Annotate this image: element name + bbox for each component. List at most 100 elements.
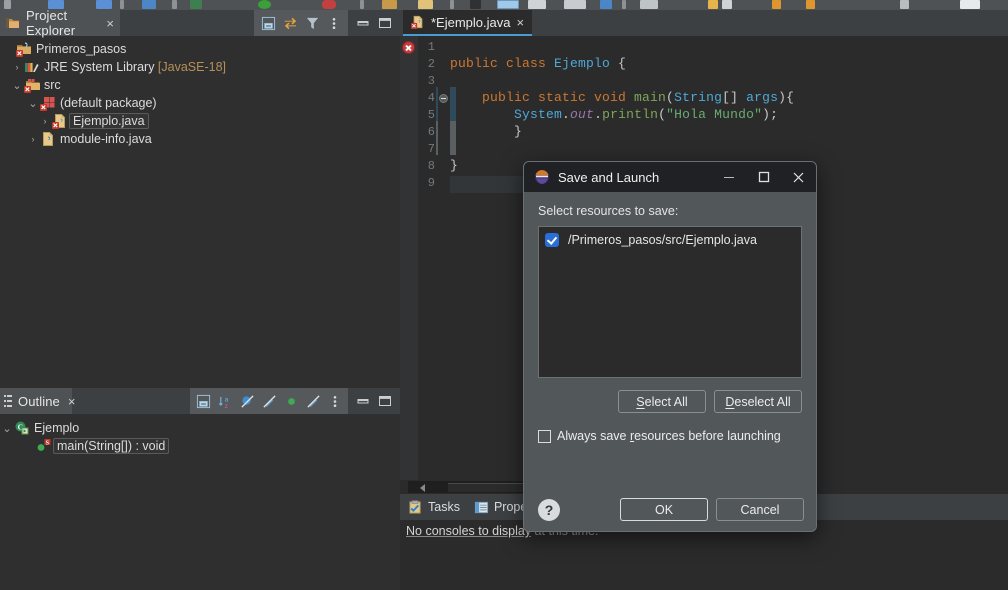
tree-row-project[interactable]: Primeros_pasos — [0, 40, 400, 58]
public-static-method-icon: S — [36, 438, 52, 454]
cancel-button[interactable]: Cancel — [716, 498, 804, 521]
toolbar-icon[interactable] — [900, 0, 909, 9]
hide-static-members-icon[interactable] — [258, 390, 280, 412]
tree-row-default-package[interactable]: ⌄ (default package) — [0, 94, 400, 112]
tree-label: (default package) — [60, 96, 157, 110]
tab-project-explorer[interactable]: Project Explorer × — [0, 8, 120, 38]
hide-fields-icon[interactable] — [236, 390, 258, 412]
always-save-checkbox[interactable] — [538, 429, 551, 443]
toolbar-icon[interactable] — [772, 0, 781, 9]
line-number-ruler: 1 2 3 4 5 6 7 8 9 — [418, 36, 456, 494]
toolbar-icon[interactable] — [564, 0, 586, 9]
project-explorer-view: Project Explorer × Primeros_pasos › JRE … — [0, 8, 400, 388]
toolbar-icon[interactable] — [622, 0, 626, 9]
twisty-icon[interactable]: › — [38, 116, 52, 126]
tree-row-ejemplo-java[interactable]: › Ejemplo.java — [0, 112, 400, 130]
line-number: 8 — [427, 159, 435, 173]
minimize-button[interactable] — [711, 162, 746, 192]
toolbar-icon[interactable] — [360, 0, 364, 9]
select-all-button[interactable]: Select All — [618, 390, 706, 413]
toolbar-icon[interactable] — [497, 0, 519, 9]
folding-ruler[interactable] — [438, 36, 450, 494]
project-tree[interactable]: Primeros_pasos › JRE System Library [Jav… — [0, 36, 400, 148]
toolbar-icon[interactable] — [600, 0, 612, 9]
collapse-all-icon[interactable] — [257, 12, 279, 34]
main-toolbar-strip[interactable] — [0, 0, 1008, 10]
toolbar-icon[interactable] — [450, 0, 454, 9]
line-number: 6 — [427, 125, 435, 139]
resource-list[interactable]: /Primeros_pasos/src/Ejemplo.java — [538, 226, 802, 378]
toolbar-icon[interactable] — [960, 0, 980, 9]
twisty-icon[interactable]: ⌄ — [0, 422, 14, 435]
close-button[interactable] — [781, 162, 816, 192]
tab-ejemplo-java[interactable]: *Ejemplo.java × — [403, 10, 533, 36]
close-icon[interactable]: × — [106, 17, 114, 30]
view-menu-icon[interactable] — [324, 390, 346, 412]
toolbar-icon[interactable] — [258, 0, 271, 9]
toolbar-icon[interactable] — [322, 0, 336, 9]
maximize-view-icon[interactable] — [374, 390, 396, 412]
hide-local-types-icon[interactable] — [302, 390, 324, 412]
maximize-button[interactable] — [746, 162, 781, 192]
line-number: 9 — [427, 176, 435, 190]
toolbar-icon[interactable] — [528, 0, 546, 9]
toolbar-icon[interactable] — [470, 0, 481, 9]
tree-row-module-info[interactable]: › module-info.java — [0, 130, 400, 148]
toolbar-icon[interactable] — [418, 0, 433, 9]
twisty-icon[interactable]: ⌄ — [10, 79, 24, 92]
deselect-all-button[interactable]: Deselect All — [714, 390, 802, 413]
toolbar-icon[interactable] — [722, 0, 732, 9]
outline-label: Ejemplo — [34, 421, 80, 435]
error-marker-icon[interactable] — [402, 41, 415, 54]
tab-tasks[interactable]: Tasks — [408, 499, 460, 515]
outline-icon — [4, 394, 12, 408]
toolbar-icon[interactable] — [120, 0, 124, 9]
twisty-icon[interactable]: › — [26, 134, 40, 144]
sort-alphabetically-icon[interactable]: a z — [214, 390, 236, 412]
collapse-all-icon[interactable] — [192, 390, 214, 412]
maximize-view-icon[interactable] — [374, 12, 396, 34]
svg-text:z: z — [224, 403, 227, 409]
tab-outline[interactable]: Outline × — [0, 388, 75, 414]
toolbar-icon[interactable] — [172, 0, 177, 9]
outline-row-method[interactable]: S main(String[]) : void — [0, 437, 400, 455]
eclipse-logo-icon — [534, 169, 550, 185]
outline-tree[interactable]: ⌄ C Ejemplo S main(String[]): void — [0, 414, 400, 455]
minimize-view-icon[interactable] — [352, 12, 374, 34]
annotation-ruler[interactable] — [400, 36, 418, 494]
resource-list-item[interactable]: /Primeros_pasos/src/Ejemplo.java — [545, 233, 795, 247]
link-with-editor-icon[interactable] — [279, 12, 301, 34]
fold-collapse-icon[interactable] — [439, 94, 448, 103]
scroll-left-arrow-icon[interactable] — [420, 484, 425, 492]
always-save-row[interactable]: Always save resources before launching — [538, 429, 802, 443]
class-icon: C — [14, 420, 30, 436]
twisty-icon[interactable]: › — [10, 62, 24, 72]
tab-label: Project Explorer — [26, 8, 76, 38]
tree-row-src[interactable]: ⌄ src — [0, 76, 400, 94]
resource-checkbox[interactable] — [545, 233, 559, 247]
code-line: } — [450, 158, 459, 173]
toolbar-icon[interactable] — [708, 0, 718, 9]
toolbar-icon[interactable] — [382, 0, 397, 9]
toolbar-icon[interactable] — [806, 0, 815, 9]
view-menu-icon[interactable] — [323, 12, 345, 34]
code-line: } — [450, 124, 523, 139]
close-icon[interactable]: × — [517, 15, 525, 30]
toolbar-icon[interactable] — [142, 0, 156, 9]
outline-row-class[interactable]: ⌄ C Ejemplo — [0, 419, 400, 437]
toolbar-icon[interactable] — [4, 0, 11, 9]
resource-path: /Primeros_pasos/src/Ejemplo.java — [568, 233, 757, 247]
save-and-launch-dialog[interactable]: Save and Launch Select resources to save… — [523, 161, 817, 532]
tab-label: Outline — [18, 393, 60, 409]
minimize-view-icon[interactable] — [352, 390, 374, 412]
help-button[interactable]: ? — [538, 498, 560, 521]
tree-row-jre[interactable]: › JRE System Library [JavaSE-18] — [0, 58, 400, 76]
dialog-titlebar[interactable]: Save and Launch — [524, 162, 816, 192]
hide-non-public-icon[interactable] — [280, 390, 302, 412]
twisty-icon[interactable]: ⌄ — [26, 97, 40, 110]
ok-button[interactable]: OK — [620, 498, 708, 521]
close-icon[interactable]: × — [68, 395, 76, 408]
toolbar-icon[interactable] — [640, 0, 658, 9]
filter-icon[interactable] — [301, 12, 323, 34]
toolbar-icon[interactable] — [190, 0, 202, 9]
